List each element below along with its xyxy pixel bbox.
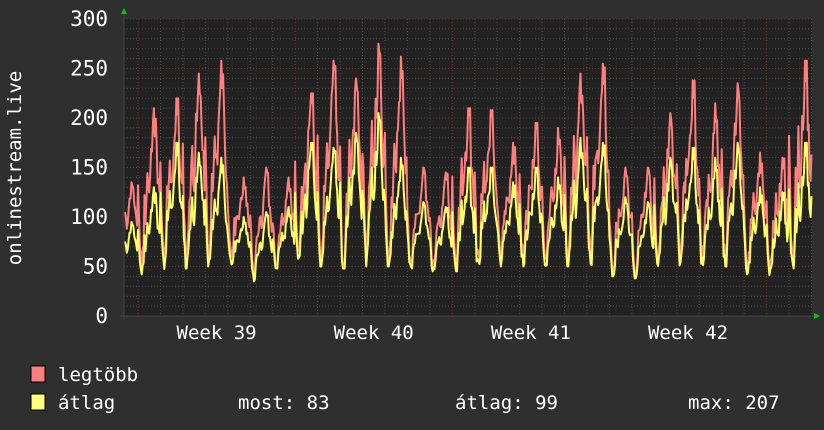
y-tick-label: 100 xyxy=(70,205,108,229)
y-tick-label: 0 xyxy=(95,304,108,328)
y-tick-label: 300 xyxy=(70,7,108,31)
y-tick-label: 150 xyxy=(70,156,108,180)
legend-now: most: 83 xyxy=(238,392,330,414)
legend: legtöbb átlag most: 83 átlag: 99 max: 20… xyxy=(30,364,780,414)
x-tick-label: Week 40 xyxy=(334,322,414,344)
legend-average: átlag: 99 xyxy=(455,392,558,414)
y-tick-label: 250 xyxy=(70,57,108,81)
y-tick-label: 50 xyxy=(83,255,108,279)
y-tick-label: 200 xyxy=(70,106,108,130)
x-axis-arrow-icon xyxy=(814,313,820,319)
x-tick-labels: Week 39 Week 40 Week 41 Week 42 xyxy=(177,322,729,344)
x-tick-label: Week 41 xyxy=(491,322,571,344)
y-axis-arrow-icon xyxy=(121,8,127,14)
x-tick-label: Week 39 xyxy=(177,322,257,344)
y-tick-labels: 0 50 100 150 200 250 300 xyxy=(70,7,108,328)
chart: 0 50 100 150 200 250 300 Week 39 Week 40 Week 41… xyxy=(4,7,820,414)
legend-label-max: legtöbb xyxy=(58,364,138,386)
legend-swatch-avg xyxy=(30,393,46,411)
legend-maximum: max: 207 xyxy=(688,392,780,414)
y-axis-label: onlinestream.live xyxy=(4,71,26,265)
x-tick-label: Week 42 xyxy=(648,322,728,344)
legend-label-avg: átlag xyxy=(58,392,115,414)
legend-swatch-max xyxy=(30,365,46,383)
